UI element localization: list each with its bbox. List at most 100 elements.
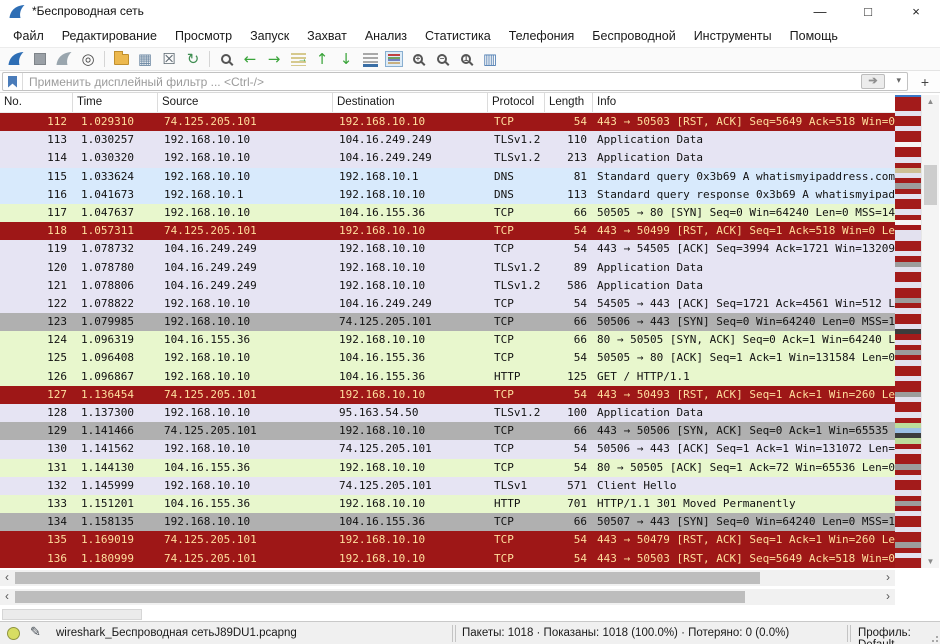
packet-row[interactable]: 1221.078822192.168.10.10104.16.249.249TC… (0, 295, 896, 313)
cell-destination: 192.168.10.10 (333, 240, 488, 258)
cell-destination: 95.163.54.50 (333, 404, 488, 422)
filter-bar: Применить дисплейный фильтр ... <Ctrl-/>… (0, 71, 940, 93)
packet-row[interactable]: 1211.078806104.16.249.249192.168.10.10TL… (0, 277, 896, 295)
packet-row[interactable]: 1161.041673192.168.10.1192.168.10.10DNS1… (0, 186, 896, 204)
menu-item-4[interactable]: Захват (298, 26, 356, 46)
previous-packet-icon[interactable]: ← (238, 48, 262, 70)
scroll-right-icon[interactable]: › (881, 589, 895, 605)
column-header-source[interactable]: Source (158, 93, 333, 112)
packet-row[interactable]: 1131.030257192.168.10.10104.16.249.249TL… (0, 131, 896, 149)
colorize-icon[interactable] (382, 48, 406, 70)
horizontal-scrollbar-thumb[interactable] (15, 572, 760, 584)
packet-row[interactable]: 1281.137300192.168.10.1095.163.54.50TLSv… (0, 404, 896, 422)
vertical-scrollbar-thumb[interactable] (924, 165, 937, 205)
cell-info: 80 → 50505 [SYN, ACK] Seq=0 Ack=1 Win=64… (593, 331, 896, 349)
filter-dropdown-icon[interactable]: ▾ (896, 75, 901, 86)
cell-length: 213 (545, 149, 593, 167)
find-packet-icon[interactable] (214, 48, 238, 70)
first-packet-icon[interactable]: ↑ (310, 48, 334, 70)
packet-row[interactable]: 1141.030320192.168.10.10104.16.249.249TL… (0, 149, 896, 167)
menu-item-0[interactable]: Файл (4, 26, 53, 46)
packet-row[interactable]: 1271.13645474.125.205.101192.168.10.10TC… (0, 386, 896, 404)
scroll-left-icon[interactable]: ‹ (0, 570, 14, 586)
packet-row[interactable]: 1321.145999192.168.10.1074.125.205.101TL… (0, 477, 896, 495)
stop-capture-icon[interactable] (28, 48, 52, 70)
packet-row[interactable]: 1311.144130104.16.155.36192.168.10.10TCP… (0, 459, 896, 477)
packet-row[interactable]: 1341.158135192.168.10.10104.16.155.36TCP… (0, 513, 896, 531)
packet-row[interactable]: 1331.151201104.16.155.36192.168.10.10HTT… (0, 495, 896, 513)
menu-item-3[interactable]: Запуск (241, 26, 298, 46)
packet-row[interactable]: 1171.047637192.168.10.10104.16.155.36TCP… (0, 204, 896, 222)
cell-length: 571 (545, 477, 593, 495)
packet-row[interactable]: 1251.096408192.168.10.10104.16.155.36TCP… (0, 349, 896, 367)
menu-item-9[interactable]: Инструменты (685, 26, 781, 46)
scroll-left-icon[interactable]: ‹ (0, 589, 14, 605)
column-header-no[interactable]: No. (0, 93, 73, 112)
menu-item-7[interactable]: Телефония (500, 26, 584, 46)
packet-row[interactable]: 1351.16901974.125.205.101192.168.10.10TC… (0, 531, 896, 549)
vertical-scrollbar[interactable]: ▲ ▼ (921, 95, 939, 568)
apply-filter-button[interactable]: ➔ (861, 74, 885, 89)
profile-label[interactable]: Профиль: Default (858, 627, 940, 644)
packet-row[interactable]: 1301.141562192.168.10.1074.125.205.101TC… (0, 440, 896, 458)
zoom-in-icon[interactable]: + (406, 48, 430, 70)
scroll-up-icon[interactable]: ▲ (922, 97, 939, 106)
filter-bookmark-button[interactable] (3, 73, 23, 90)
menu-item-6[interactable]: Статистика (416, 26, 500, 46)
close-file-icon[interactable]: ☒ (157, 48, 181, 70)
resize-columns-icon[interactable]: ▥ (478, 48, 502, 70)
display-filter-input[interactable]: Применить дисплейный фильтр ... <Ctrl-/>… (2, 72, 908, 91)
horizontal-scrollbar-top[interactable]: ‹ › (0, 570, 895, 586)
horizontal-scrollbar-thumb[interactable] (15, 591, 745, 603)
close-button[interactable]: × (892, 0, 940, 24)
last-packet-icon[interactable]: ↓ (334, 48, 358, 70)
goto-packet-icon[interactable]: → (286, 48, 310, 70)
cell-protocol: TCP (488, 222, 545, 240)
menu-item-10[interactable]: Помощь (781, 26, 847, 46)
horizontal-scrollbar-bottom[interactable]: ‹ › (0, 589, 895, 605)
maximize-button[interactable]: □ (844, 0, 892, 24)
menu-item-5[interactable]: Анализ (356, 26, 416, 46)
autoscroll-icon[interactable] (358, 48, 382, 70)
packet-row[interactable]: 1361.18099974.125.205.101192.168.10.10TC… (0, 550, 896, 568)
add-filter-button[interactable]: + (916, 73, 934, 91)
column-header-protocol[interactable]: Protocol (488, 93, 545, 112)
packet-minimap[interactable] (895, 95, 921, 568)
scroll-right-icon[interactable]: › (881, 570, 895, 586)
minimize-button[interactable]: — (796, 0, 844, 24)
restart-capture-icon[interactable] (52, 48, 76, 70)
capture-options-icon[interactable]: ◎ (76, 48, 100, 70)
title-bar: *Беспроводная сеть — □ × (0, 0, 940, 24)
packet-row[interactable]: 1191.078732104.16.249.249192.168.10.10TC… (0, 240, 896, 258)
save-file-icon[interactable]: ▦ (133, 48, 157, 70)
zoom-out-icon[interactable]: − (430, 48, 454, 70)
column-header-destination[interactable]: Destination (333, 93, 488, 112)
reload-file-icon[interactable]: ↻ (181, 48, 205, 70)
packet-row[interactable]: 1121.02931074.125.205.101192.168.10.10TC… (0, 113, 896, 131)
cell-protocol: TCP (488, 459, 545, 477)
packet-row[interactable]: 1231.079985192.168.10.1074.125.205.101TC… (0, 313, 896, 331)
column-header-time[interactable]: Time (73, 93, 158, 112)
minimap-stripe (895, 563, 921, 568)
packet-row[interactable]: 1151.033624192.168.10.10192.168.10.1DNS8… (0, 168, 896, 186)
open-file-icon[interactable] (109, 48, 133, 70)
packet-row[interactable]: 1201.078780104.16.249.249192.168.10.10TL… (0, 259, 896, 277)
next-packet-icon[interactable]: → (262, 48, 286, 70)
column-header-length[interactable]: Length (545, 93, 593, 112)
scroll-down-icon[interactable]: ▼ (922, 557, 939, 566)
packet-row[interactable]: 1181.05731174.125.205.101192.168.10.10TC… (0, 222, 896, 240)
menu-item-2[interactable]: Просмотр (166, 26, 241, 46)
capture-comment-icon[interactable]: ✎ (30, 625, 41, 640)
packet-row[interactable]: 1291.14146674.125.205.101192.168.10.10TC… (0, 422, 896, 440)
resize-grip[interactable] (930, 634, 938, 642)
cell-protocol: TCP (488, 295, 545, 313)
column-header-info[interactable]: Info (593, 93, 896, 112)
menu-item-1[interactable]: Редактирование (53, 26, 166, 46)
menu-item-8[interactable]: Беспроводной (583, 26, 684, 46)
zoom-reset-icon[interactable]: 1 (454, 48, 478, 70)
statusbar-separator (847, 625, 848, 642)
packet-row[interactable]: 1261.096867192.168.10.10104.16.155.36HTT… (0, 368, 896, 386)
start-capture-icon[interactable] (4, 48, 28, 70)
expert-info-icon[interactable] (7, 627, 20, 640)
packet-row[interactable]: 1241.096319104.16.155.36192.168.10.10TCP… (0, 331, 896, 349)
